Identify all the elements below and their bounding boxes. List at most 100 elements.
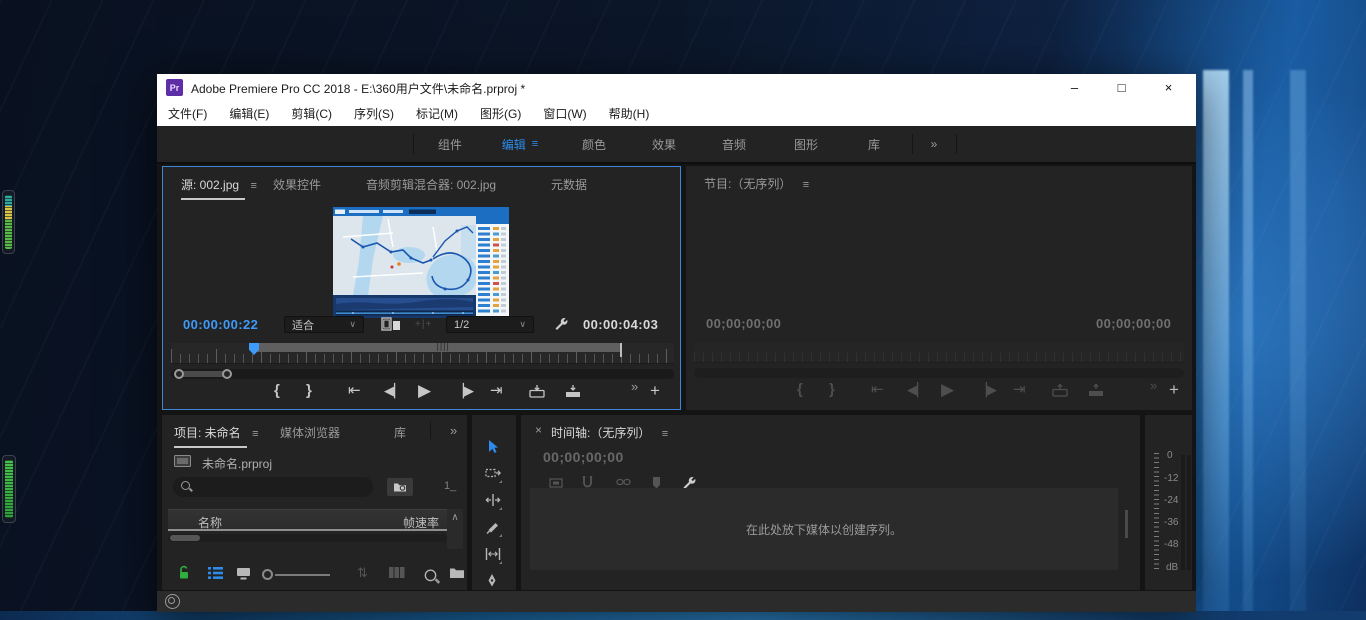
track-select-forward-tool[interactable] (485, 466, 503, 484)
creative-cloud-icon[interactable] (165, 594, 180, 609)
drag-video-audio-icon[interactable] (381, 317, 401, 331)
source-time-ruler[interactable]: |||| (171, 341, 674, 364)
play-button[interactable]: ▶ (418, 382, 431, 399)
slip-tool[interactable] (485, 547, 503, 565)
insert-button[interactable] (529, 385, 545, 398)
in-out-span-bar[interactable]: |||| (253, 341, 620, 352)
go-to-in-button[interactable]: ⇤ (348, 383, 361, 398)
search-input[interactable] (173, 477, 373, 497)
column-frame-rate[interactable]: 帧速率 (403, 514, 439, 531)
mark-out-button: } (829, 381, 835, 398)
tab-program[interactable]: 节目:（无序列） ≡ (704, 175, 809, 193)
button-editor-button[interactable]: + (1169, 380, 1179, 400)
workspace-tab-assembly[interactable]: 组件 (415, 126, 485, 162)
zoom-slider[interactable] (262, 567, 332, 581)
chevron-up-icon[interactable]: ∧ (451, 512, 458, 549)
list-scrollbar-vertical[interactable]: ∧ (447, 509, 463, 549)
step-forward-button[interactable]: ▕▶ (454, 384, 474, 397)
workspace-tab-graphics[interactable]: 图形 (771, 126, 841, 162)
workspace-tab-libraries[interactable]: 库 (839, 126, 909, 162)
status-bar (157, 590, 1196, 612)
panel-menu-icon[interactable]: ≡ (803, 179, 809, 191)
drop-hint-text: 在此处放下媒体以创建序列。 (745, 522, 902, 537)
workspace-overflow-button[interactable]: » (913, 126, 955, 162)
maximize-button[interactable]: □ (1099, 74, 1144, 101)
tab-libraries[interactable]: 库 (394, 424, 406, 442)
timeline-panel: × 时间轴:（无序列） ≡ 00;00;00;00 在此处放下媒体以创建序列。 (521, 415, 1140, 590)
search-bin-button[interactable] (387, 478, 413, 496)
tab-audio-clip-mixer[interactable]: 音频剪辑混合器: 002.jpg (366, 176, 496, 194)
menu-clip[interactable]: 剪辑(C) (291, 105, 332, 122)
program-zoom-scrollbar[interactable] (694, 368, 1184, 378)
workspace-tab-color[interactable]: 颜色 (559, 126, 629, 162)
chevron-down-icon: ∨ (519, 319, 526, 329)
tab-metadata[interactable]: 元数据 (551, 176, 587, 194)
out-point-marker[interactable] (620, 343, 622, 357)
tab-media-browser[interactable]: 媒体浏览器 (280, 424, 340, 442)
menu-edit[interactable]: 编辑(E) (229, 105, 269, 122)
column-name[interactable]: 名称 (198, 514, 222, 531)
transport-overflow-button[interactable]: » (631, 379, 638, 394)
mark-out-button[interactable]: } (306, 383, 312, 398)
workspace-tab-effects[interactable]: 效果 (629, 126, 699, 162)
ripple-edit-tool[interactable] (485, 493, 503, 511)
zoom-handle-left[interactable] (174, 369, 184, 379)
list-header[interactable]: 名称 帧速率 (168, 509, 447, 531)
step-back-button[interactable]: ◀▏ (384, 384, 404, 397)
source-current-timecode[interactable]: 00:00:00:22 (183, 317, 258, 332)
list-scrollbar-horizontal[interactable] (168, 534, 447, 542)
project-writable-lock-icon[interactable] (178, 565, 190, 580)
project-file-label[interactable]: 未命名.prproj (202, 455, 272, 472)
workspace-tab-audio[interactable]: 音频 (699, 126, 769, 162)
workspace-tab-editing[interactable]: 编辑 ≡ (485, 126, 555, 162)
workspace-menu-icon[interactable]: ≡ (532, 138, 538, 150)
mark-in-button: { (797, 381, 803, 398)
find-button[interactable] (424, 564, 437, 587)
go-to-out-button[interactable]: ⇥ (490, 383, 503, 398)
panel-menu-icon[interactable]: ≡ (252, 428, 258, 440)
tab-timeline[interactable]: 时间轴:（无序列） ≡ (551, 424, 668, 442)
new-bin-button[interactable] (450, 567, 464, 578)
selection-tool[interactable] (485, 439, 503, 457)
tab-project[interactable]: 项目: 未命名 ≡ (174, 424, 259, 448)
scrollbar-thumb[interactable] (170, 535, 200, 541)
source-zoom-scrollbar[interactable] (171, 369, 674, 379)
panel-overflow-button[interactable]: » (450, 423, 457, 438)
zoom-level-select[interactable]: 适合 ∨ (284, 316, 364, 333)
menu-markers[interactable]: 标记(M) (416, 105, 458, 122)
panel-menu-icon[interactable]: ≡ (251, 180, 257, 192)
overwrite-button[interactable] (565, 385, 581, 398)
timeline-timecode[interactable]: 00;00;00;00 (543, 449, 624, 465)
slider-knob[interactable] (262, 569, 273, 580)
menu-graphics[interactable]: 图形(G) (480, 105, 521, 122)
transport-overflow-button[interactable]: » (1150, 378, 1157, 393)
title-bar[interactable]: Pr Adobe Premiere Pro CC 2018 - E:\360用户… (157, 74, 1196, 101)
button-editor-button[interactable]: + (650, 381, 660, 401)
menu-window[interactable]: 窗口(W) (543, 105, 586, 122)
icon-view-button[interactable] (236, 567, 251, 580)
tab-effect-controls[interactable]: 效果控件 (273, 176, 321, 194)
audio-meters-panel[interactable]: 0 -12 -24 -36 -48 dB (1145, 415, 1192, 590)
list-view-button[interactable] (208, 567, 223, 579)
program-time-ruler[interactable] (694, 342, 1184, 363)
source-monitor-panel: 源: 002.jpg ≡ 效果控件 音频剪辑混合器: 002.jpg 元数据 0… (162, 166, 681, 410)
source-preview-image[interactable] (333, 207, 509, 318)
menu-help[interactable]: 帮助(H) (609, 105, 650, 122)
close-button[interactable]: × (1146, 74, 1191, 101)
meter-label: dB (1166, 562, 1179, 573)
zoom-handle-right[interactable] (222, 369, 232, 379)
panel-menu-icon[interactable]: ≡ (662, 428, 668, 440)
minimize-button[interactable]: – (1052, 74, 1097, 101)
playback-resolution-select[interactable]: 1/2 ∨ (446, 316, 534, 333)
timeline-scrollbar-vertical[interactable] (1125, 510, 1128, 538)
close-tab-icon[interactable]: × (535, 423, 542, 437)
pen-tool[interactable] (485, 573, 503, 591)
razor-tool[interactable] (485, 520, 503, 538)
menu-file[interactable]: 文件(F) (168, 105, 207, 122)
tab-source[interactable]: 源: 002.jpg ≡ (181, 176, 257, 200)
timeline-drop-zone[interactable]: 在此处放下媒体以创建序列。 (530, 488, 1118, 570)
meter-label: -48 (1164, 539, 1179, 550)
settings-wrench-icon[interactable] (553, 316, 568, 331)
menu-sequence[interactable]: 序列(S) (354, 105, 394, 122)
mark-in-button[interactable]: { (274, 383, 280, 398)
